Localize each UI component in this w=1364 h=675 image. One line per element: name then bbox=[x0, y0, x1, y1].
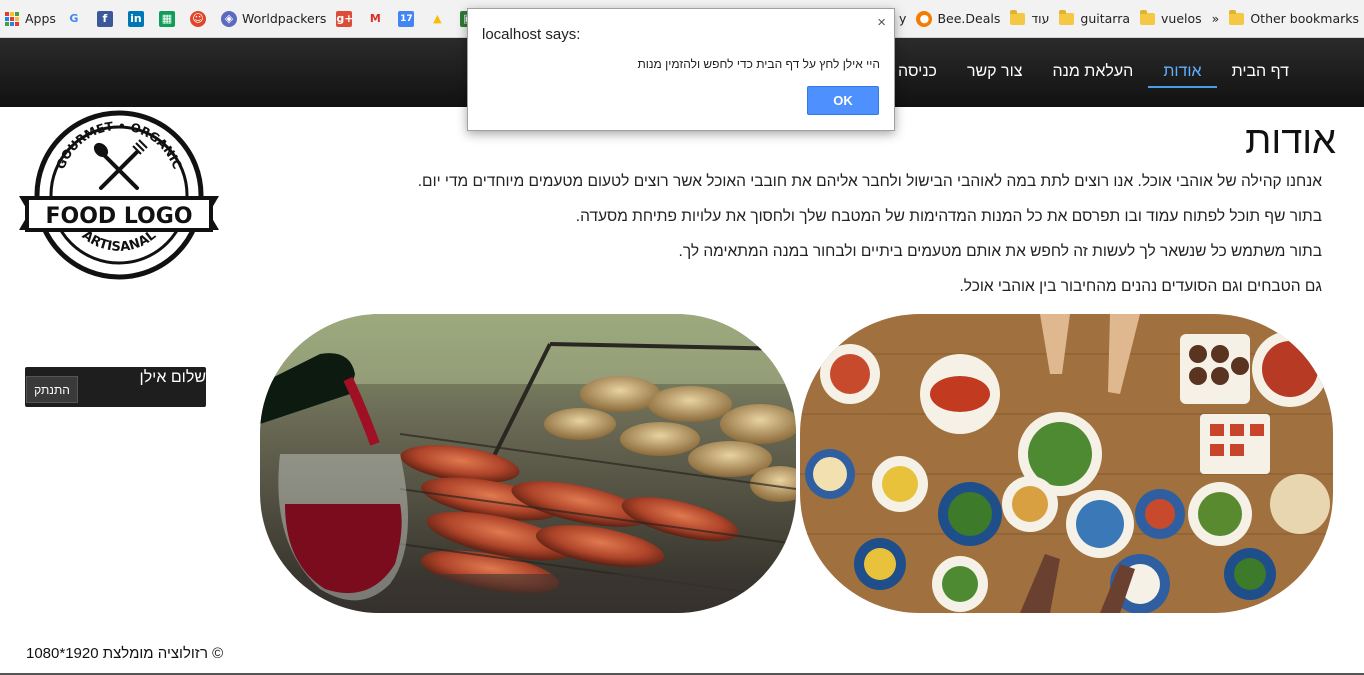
about-paragraph: בתור שף תוכל לפתוח עמוד ובו תפרסם את כל … bbox=[575, 208, 1322, 225]
bookmark-facebook[interactable]: f bbox=[92, 6, 123, 32]
nav-home[interactable]: דף הבית bbox=[1217, 60, 1304, 88]
bookmark-folder-od[interactable]: עוד bbox=[1005, 6, 1054, 32]
bookmark-other[interactable]: Other bookmarks bbox=[1224, 6, 1364, 32]
bookmark-linkedin[interactable]: in bbox=[123, 6, 154, 32]
google-icon: G bbox=[69, 11, 79, 25]
logo-main-text: FOOD LOGO bbox=[45, 204, 192, 229]
dialog-title: localhost says: bbox=[482, 26, 581, 43]
bookmark-folder-od-label: עוד bbox=[1031, 11, 1050, 26]
bookmark-partial-label: y bbox=[899, 11, 907, 26]
ok-button[interactable]: OK bbox=[807, 86, 879, 115]
bookmark-folder-guitarra[interactable]: guitarra bbox=[1054, 6, 1135, 32]
food-table-image bbox=[800, 314, 1333, 613]
folder-icon bbox=[1059, 9, 1075, 25]
footer-resolution-note: © רזולוציה מומלצת 1920*1080 bbox=[26, 645, 224, 662]
food-logo[interactable]: GOURMET • ORGANIC ARTISANAL FOOD LOGO bbox=[17, 110, 221, 280]
couchsurfing-icon: ☺ bbox=[189, 10, 206, 27]
about-paragraph: בתור משתמש כל שנשאר לך לעשות זה לחפש את … bbox=[678, 243, 1322, 260]
bookmark-folder-vuelos-label: vuelos bbox=[1161, 11, 1202, 26]
user-box: שלום אילן התנתק bbox=[25, 367, 206, 407]
facebook-icon: f bbox=[96, 10, 113, 27]
close-icon[interactable]: × bbox=[877, 14, 886, 31]
bookmark-sheets[interactable]: ▦ bbox=[154, 6, 185, 32]
bookmark-bee-deals-label: Bee.Deals bbox=[937, 11, 1001, 26]
bookmarks-more-label: » bbox=[1211, 11, 1220, 26]
bookmark-partial[interactable]: y bbox=[894, 6, 911, 32]
user-greeting: שלום אילן bbox=[139, 369, 206, 386]
bee-icon: ● bbox=[916, 10, 933, 27]
bookmark-drive[interactable]: ▲ bbox=[424, 6, 455, 32]
linkedin-icon: in bbox=[127, 10, 144, 27]
calendar-icon: 17 bbox=[398, 10, 415, 27]
gmail-icon: M bbox=[369, 11, 381, 25]
bookmark-folder-vuelos[interactable]: vuelos bbox=[1135, 6, 1207, 32]
logout-button[interactable]: התנתק bbox=[26, 376, 78, 403]
bookmark-worldpackers-label: Worldpackers bbox=[241, 11, 327, 26]
bookmark-gplus[interactable]: g+ bbox=[331, 6, 362, 32]
nav-about[interactable]: אודות bbox=[1148, 60, 1217, 88]
about-paragraph: גם הטבחים וגם הסועדים נהנים מהחיבור בין … bbox=[959, 278, 1322, 295]
bookmark-couchsurfing[interactable]: ☺ bbox=[185, 6, 216, 32]
about-text: אנחנו קהילה של אוהבי אוכל. אנו רוצים לתת… bbox=[342, 170, 1322, 310]
bookmark-other-label: Other bookmarks bbox=[1250, 11, 1359, 26]
bookmark-apps-label: Apps bbox=[25, 11, 56, 26]
bookmark-apps[interactable]: Apps bbox=[0, 6, 61, 32]
folder-icon bbox=[1140, 9, 1156, 25]
bookmark-calendar[interactable]: 17 bbox=[393, 6, 424, 32]
grill-wine-image bbox=[260, 314, 796, 613]
main-nav: דף הבית אודות העלאת מנה צור קשר כניסה לא bbox=[860, 60, 1304, 88]
bookmark-bee-deals[interactable]: ● Bee.Deals bbox=[911, 6, 1005, 32]
page-title: אודות bbox=[1245, 120, 1336, 162]
bookmark-worldpackers[interactable]: ◈ Worldpackers bbox=[216, 6, 331, 32]
alert-dialog: localhost says: × היי אילן לחץ על דף הבי… bbox=[467, 8, 895, 131]
folder-icon bbox=[1010, 9, 1026, 25]
bookmarks-more-button[interactable]: » bbox=[1207, 6, 1225, 32]
about-paragraph: אנחנו קהילה של אוהבי אוכל. אנו רוצים לתת… bbox=[417, 173, 1322, 190]
folder-icon bbox=[1229, 9, 1245, 25]
bookmark-gmail[interactable]: M bbox=[362, 6, 393, 32]
sheets-icon: ▦ bbox=[158, 10, 175, 27]
google-plus-icon: g+ bbox=[336, 10, 354, 27]
worldpackers-icon: ◈ bbox=[220, 10, 237, 27]
drive-icon: ▲ bbox=[433, 11, 442, 25]
nav-contact[interactable]: צור קשר bbox=[952, 60, 1038, 88]
bookmark-google[interactable]: G bbox=[61, 6, 92, 32]
nav-upload-dish[interactable]: העלאת מנה bbox=[1037, 60, 1148, 88]
bookmark-folder-guitarra-label: guitarra bbox=[1080, 11, 1131, 26]
apps-grid-icon bbox=[5, 11, 19, 26]
dialog-message: היי אילן לחץ על דף הבית כדי לחפש ולהזמין… bbox=[637, 57, 880, 71]
